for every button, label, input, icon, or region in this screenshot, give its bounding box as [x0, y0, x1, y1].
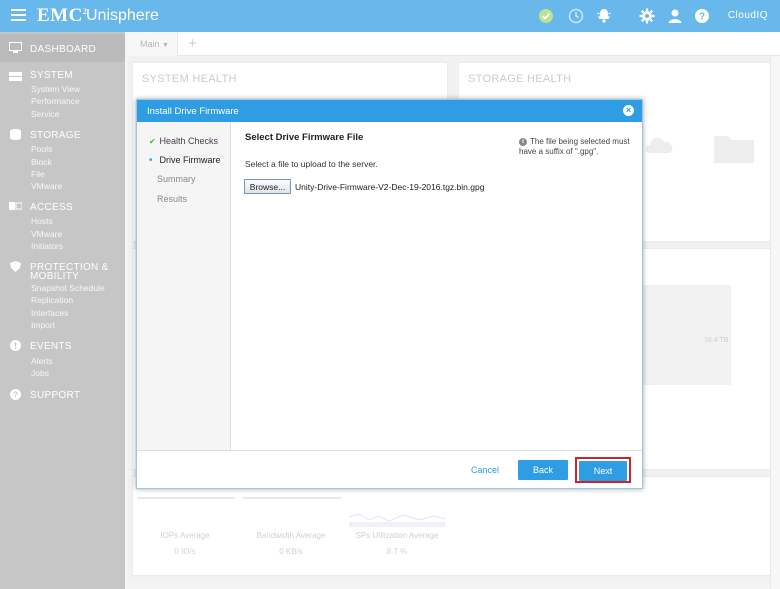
wizard-steps: ✔ Health Checks • Drive Firmware Summary… — [137, 122, 231, 450]
bullet-icon: • — [149, 155, 153, 166]
content-heading: Select Drive Firmware File — [245, 132, 364, 143]
dialog-footer: Cancel Back Next — [137, 450, 642, 488]
dialog-title: Install Drive Firmware — [147, 106, 239, 117]
close-icon[interactable]: × — [623, 105, 634, 116]
dialog-header: Install Drive Firmware × — [137, 100, 642, 122]
info-icon: i — [519, 138, 527, 146]
check-icon: ✔ — [149, 137, 156, 146]
step-health-checks: ✔ Health Checks — [149, 136, 218, 146]
step-label: Drive Firmware — [159, 155, 221, 165]
step-summary: Summary — [149, 174, 196, 184]
install-drive-firmware-dialog: Install Drive Firmware × ✔ Health Checks… — [136, 99, 643, 489]
step-label: Summary — [157, 174, 196, 184]
step-drive-firmware: • Drive Firmware — [149, 155, 221, 166]
next-highlight: Next — [575, 457, 631, 483]
instruction-text: Select a file to upload to the server. — [245, 159, 378, 169]
info-text: The file being selected must have a suff… — [519, 137, 630, 156]
next-button[interactable]: Next — [579, 461, 627, 481]
back-button[interactable]: Back — [518, 460, 568, 480]
dialog-content: Select Drive Firmware File i The file bei… — [232, 122, 642, 450]
selected-file-name: Unity-Drive-Firmware-V2-Dec-19-2016.tgz.… — [295, 182, 485, 192]
step-label: Results — [157, 194, 188, 204]
step-results: Results — [149, 194, 187, 204]
info-note: i The file being selected must have a suf… — [519, 137, 639, 157]
cancel-button[interactable]: Cancel — [471, 465, 499, 475]
step-label: Health Checks — [159, 136, 219, 146]
browse-button[interactable]: Browse... — [244, 179, 291, 194]
